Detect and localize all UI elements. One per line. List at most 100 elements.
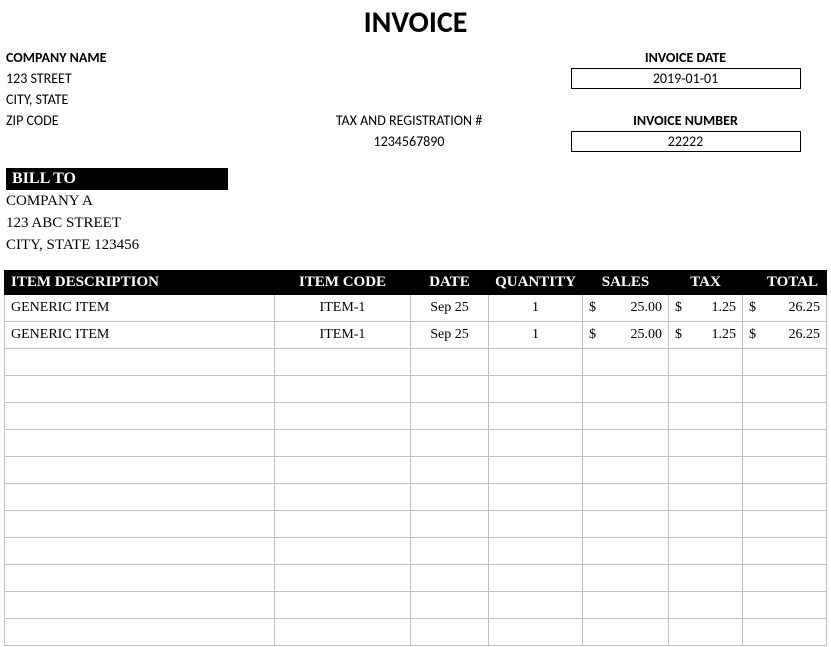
cell-empty[interactable] [411,619,489,646]
cell-empty[interactable] [411,538,489,565]
cell-empty[interactable] [275,538,411,565]
money-cell[interactable]: $26.25 [743,322,827,349]
cell-empty[interactable] [583,511,669,538]
cell-empty[interactable] [583,349,669,376]
cell-empty[interactable] [669,457,743,484]
cell-empty[interactable] [669,349,743,376]
cell-code[interactable]: ITEM-1 [275,295,411,322]
cell-empty[interactable] [5,349,275,376]
cell-empty[interactable] [411,484,489,511]
cell-desc[interactable]: GENERIC ITEM [5,295,275,322]
cell-empty[interactable] [5,592,275,619]
cell-empty[interactable] [411,376,489,403]
money-cell[interactable]: $25.00 [583,295,669,322]
company-citystate: CITY, STATE [4,89,274,110]
cell-empty[interactable] [743,376,827,403]
cell-empty[interactable] [5,403,275,430]
cell-empty[interactable] [5,619,275,646]
cell-empty[interactable] [743,619,827,646]
company-name-label: COMPANY NAME [4,47,274,68]
cell-qty[interactable]: 1 [489,295,583,322]
cell-empty[interactable] [669,484,743,511]
cell-code[interactable]: ITEM-1 [275,322,411,349]
invoice-number-value[interactable]: 22222 [571,131,801,152]
cell-desc[interactable]: GENERIC ITEM [5,322,275,349]
cell-empty[interactable] [411,592,489,619]
cell-empty[interactable] [275,430,411,457]
cell-empty[interactable] [489,430,583,457]
cell-empty[interactable] [275,511,411,538]
cell-empty[interactable] [583,484,669,511]
cell-empty[interactable] [5,430,275,457]
cell-empty[interactable] [275,376,411,403]
cell-empty[interactable] [669,511,743,538]
cell-empty[interactable] [743,349,827,376]
cell-empty[interactable] [669,403,743,430]
cell-empty[interactable] [669,430,743,457]
cell-empty[interactable] [411,430,489,457]
cell-empty[interactable] [5,565,275,592]
cell-empty[interactable] [5,376,275,403]
cell-empty[interactable] [669,376,743,403]
cell-empty[interactable] [411,511,489,538]
cell-empty[interactable] [743,484,827,511]
cell-empty[interactable] [5,511,275,538]
cell-empty[interactable] [489,376,583,403]
cell-empty[interactable] [583,403,669,430]
cell-empty[interactable] [275,592,411,619]
cell-empty[interactable] [743,538,827,565]
money-cell[interactable]: $1.25 [669,295,743,322]
cell-empty[interactable] [411,457,489,484]
cell-empty[interactable] [669,592,743,619]
cell-empty[interactable] [669,565,743,592]
cell-empty[interactable] [411,403,489,430]
cell-empty[interactable] [275,457,411,484]
cell-empty[interactable] [489,565,583,592]
cell-empty[interactable] [583,565,669,592]
cell-empty[interactable] [489,349,583,376]
col-sales-header: SALES [583,271,669,295]
money-cell[interactable]: $26.25 [743,295,827,322]
cell-empty[interactable] [583,592,669,619]
cell-empty[interactable] [489,484,583,511]
cell-empty[interactable] [583,376,669,403]
cell-empty[interactable] [743,430,827,457]
cell-empty[interactable] [275,484,411,511]
cell-empty[interactable] [489,511,583,538]
cell-empty[interactable] [5,457,275,484]
cell-empty[interactable] [743,511,827,538]
cell-empty[interactable] [489,538,583,565]
cell-empty[interactable] [489,403,583,430]
cell-empty[interactable] [669,619,743,646]
cell-empty[interactable] [489,457,583,484]
tax-reg-value: 1234567890 [274,131,544,152]
cell-empty[interactable] [275,349,411,376]
cell-empty[interactable] [489,619,583,646]
money-cell[interactable]: $1.25 [669,322,743,349]
cell-empty[interactable] [5,484,275,511]
invoice-date-value[interactable]: 2019-01-01 [571,68,801,89]
cell-empty[interactable] [583,538,669,565]
cell-empty[interactable] [411,565,489,592]
company-zip: ZIP CODE [4,110,274,131]
cell-empty[interactable] [275,565,411,592]
cell-empty[interactable] [275,403,411,430]
cell-empty[interactable] [743,565,827,592]
table-row-empty [5,376,827,403]
cell-empty[interactable] [743,403,827,430]
cell-empty[interactable] [669,538,743,565]
cell-qty[interactable]: 1 [489,322,583,349]
cell-empty[interactable] [743,457,827,484]
cell-empty[interactable] [583,457,669,484]
table-row-empty [5,403,827,430]
cell-date[interactable]: Sep 25 [411,295,489,322]
cell-empty[interactable] [583,619,669,646]
cell-empty[interactable] [583,430,669,457]
cell-empty[interactable] [489,592,583,619]
cell-empty[interactable] [411,349,489,376]
cell-empty[interactable] [275,619,411,646]
cell-empty[interactable] [743,592,827,619]
money-cell[interactable]: $25.00 [583,322,669,349]
cell-date[interactable]: Sep 25 [411,322,489,349]
cell-empty[interactable] [5,538,275,565]
